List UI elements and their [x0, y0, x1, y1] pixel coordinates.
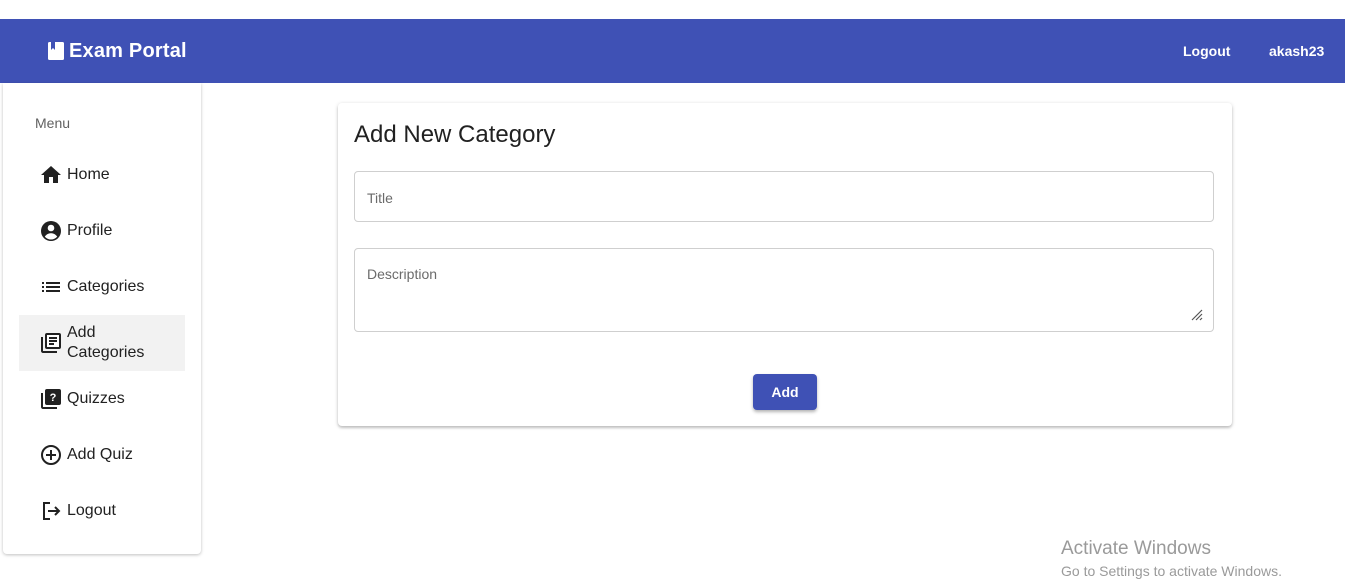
sidebar-item-home[interactable]: Home	[19, 147, 185, 203]
sidebar-item-label: Categories	[67, 278, 145, 295]
sidebar-item-label: Home	[67, 166, 110, 183]
sidebar-item-add-categories[interactable]: Add Categories	[19, 315, 185, 371]
sidebar-item-label: Add Categories	[67, 324, 145, 361]
account-circle-icon	[39, 219, 63, 243]
library-books-icon	[39, 331, 63, 355]
sidebar-item-add-quiz[interactable]: Add Quiz	[19, 427, 185, 483]
sidebar-item-categories[interactable]: Categories	[19, 259, 185, 315]
add-category-card: Add New Category Add	[338, 103, 1232, 426]
username-button[interactable]: akash23	[1269, 19, 1324, 83]
sidebar-item-label: Profile	[67, 222, 113, 239]
app-title: Exam Portal	[69, 39, 187, 62]
quiz-icon: ?	[39, 387, 63, 411]
activate-windows-watermark: Activate Windows Go to Settings to activ…	[1061, 538, 1282, 580]
book-icon	[47, 41, 65, 61]
top-navbar: Exam Portal Logout akash23	[0, 19, 1345, 83]
title-field[interactable]	[354, 171, 1214, 222]
list-icon	[39, 275, 63, 299]
watermark-subtitle: Go to Settings to activate Windows.	[1061, 563, 1282, 579]
svg-text:?: ?	[50, 392, 57, 404]
sidebar-item-logout[interactable]: Logout	[19, 483, 185, 539]
menu-title: Menu	[35, 115, 71, 131]
sidebar-item-label: Logout	[67, 502, 116, 519]
logout-button[interactable]: Logout	[1183, 19, 1230, 83]
add-circle-icon	[39, 443, 63, 467]
title-input[interactable]	[365, 187, 1199, 209]
home-icon	[39, 163, 63, 187]
description-input[interactable]	[365, 264, 1199, 324]
description-field[interactable]	[354, 248, 1214, 332]
resize-grip-icon[interactable]	[1189, 307, 1203, 321]
sidebar-item-label: Add Quiz	[67, 446, 133, 463]
brand[interactable]: Exam Portal	[47, 19, 187, 83]
form-heading: Add New Category	[354, 121, 556, 148]
add-button[interactable]: Add	[753, 374, 817, 410]
sidebar-item-label: Quizzes	[67, 390, 125, 407]
logout-icon	[39, 499, 63, 523]
watermark-title: Activate Windows	[1061, 538, 1211, 559]
sidebar-item-profile[interactable]: Profile	[19, 203, 185, 259]
sidebar-item-quizzes[interactable]: ? Quizzes	[19, 371, 185, 427]
sidebar: Menu Home Profile Categories Add Categor…	[3, 83, 201, 554]
